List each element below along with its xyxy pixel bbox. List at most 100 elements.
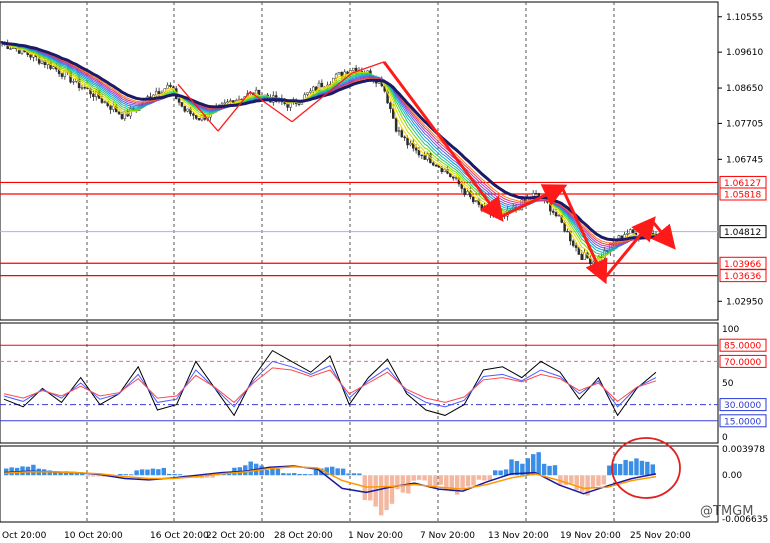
- osc-bar: [433, 475, 438, 487]
- osc-bar: [454, 475, 460, 495]
- ma-line: [1, 42, 657, 258]
- candle-body: [400, 130, 404, 138]
- candle-body: [454, 177, 458, 179]
- candle-body: [334, 73, 338, 79]
- current-price-label: 1.04812: [724, 228, 761, 238]
- osc-bar: [74, 473, 80, 476]
- rsi-series-line: [3, 349, 657, 417]
- candle-body: [169, 84, 172, 88]
- level-label: 1.06127: [724, 179, 761, 189]
- osc-bar: [623, 459, 628, 476]
- candle-body: [420, 154, 424, 157]
- ma-line: [1, 42, 657, 263]
- osc-bar: [536, 452, 541, 476]
- osc-bar: [96, 475, 101, 477]
- osc-bar: [634, 458, 639, 476]
- osc-bar: [31, 464, 36, 476]
- candle-body: [471, 196, 475, 203]
- candle-body: [451, 176, 455, 179]
- candle-body: [309, 90, 312, 93]
- candle-body: [434, 164, 438, 167]
- osc-bar: [270, 468, 275, 476]
- osc-bar: [118, 473, 123, 476]
- osc-bar: [351, 473, 357, 476]
- osc-bar: [69, 472, 74, 476]
- trend-arrow: [650, 219, 676, 250]
- candle-body: [52, 66, 55, 69]
- time-label: Oct 20:00: [2, 531, 47, 541]
- osc-bar: [607, 465, 612, 476]
- panel-frame: [0, 322, 719, 444]
- candle-body: [180, 102, 184, 107]
- candle-body: [306, 92, 309, 95]
- level-label: 1.03636: [724, 272, 761, 282]
- candle-body: [312, 86, 315, 92]
- candle-body: [9, 48, 12, 50]
- osc-bar: [427, 475, 433, 487]
- candle-body: [194, 115, 198, 119]
- osc-bar: [264, 470, 270, 476]
- candle-body: [100, 98, 104, 103]
- osc-bar: [465, 475, 471, 487]
- osc-bar: [482, 475, 487, 481]
- osc-bar: [123, 474, 128, 476]
- candle-body: [631, 229, 635, 234]
- osc-bar: [471, 475, 476, 486]
- rsi-tick-label: 100: [722, 325, 739, 335]
- candle-body: [443, 168, 446, 173]
- level-label: 1.03966: [724, 260, 761, 270]
- osc-bar: [340, 468, 346, 476]
- osc-bar: [335, 468, 340, 476]
- osc-bar: [357, 473, 362, 476]
- candle-body: [72, 81, 75, 83]
- candle-body: [483, 205, 486, 209]
- osc-bar: [574, 475, 579, 491]
- ma-line: [1, 42, 657, 249]
- osc-bar: [281, 473, 286, 476]
- osc-bar: [389, 475, 395, 504]
- osc-bar: [368, 475, 373, 501]
- osc-bar: [378, 475, 384, 516]
- osc-bar: [411, 475, 416, 481]
- osc-bar: [177, 474, 183, 476]
- ma-line: [1, 42, 657, 251]
- trend-arrow: [560, 186, 608, 285]
- candle-body: [183, 106, 187, 112]
- ma-line: [1, 42, 657, 260]
- osc-bar: [422, 475, 427, 481]
- trading-chart: 1.10555 1.09610 1.08650 1.07705 1.06745 1.029…: [0, 1, 768, 541]
- osc-bar: [286, 473, 291, 476]
- osc-bar: [248, 461, 253, 476]
- osc-bar: [313, 469, 319, 476]
- candle-body: [92, 93, 95, 97]
- candle-body: [197, 118, 201, 121]
- candle-body: [83, 87, 87, 89]
- ma-line: [1, 42, 657, 244]
- osc-bar: [145, 469, 150, 476]
- candle-body: [591, 261, 595, 265]
- price-levels: [0, 181, 718, 277]
- rsi-series-line: [3, 367, 657, 404]
- price-axis: 1.10555 1.09610 1.08650 1.07705 1.06745 1.029…: [718, 13, 768, 525]
- candle-body: [40, 60, 44, 64]
- candle-body: [551, 210, 555, 213]
- time-axis: Oct 20:00 10 Oct 20:00 16 Oct 20:0022 Oct …: [2, 531, 691, 541]
- candle-body: [397, 130, 401, 132]
- level-label: 1.05818: [724, 190, 761, 200]
- candle-body: [177, 98, 181, 103]
- candle-body: [629, 229, 632, 234]
- price-tick-label: 1.10555: [726, 13, 763, 23]
- time-label: 7 Nov 20:00: [420, 531, 475, 541]
- candle-body: [403, 136, 406, 139]
- rsi-tick-label: 50: [722, 379, 734, 389]
- time-label: 25 Nov 20:00: [630, 531, 691, 541]
- candle-body: [651, 233, 655, 235]
- trend-arrow: [217, 91, 251, 132]
- osc-bar: [579, 475, 585, 492]
- candle-body: [406, 137, 409, 146]
- moving-averages: [1, 41, 657, 263]
- time-label: 10 Oct 20:00: [64, 531, 123, 541]
- candle-body: [557, 215, 561, 217]
- rsi-tick-label: 0: [722, 433, 728, 443]
- time-label: 1 Nov 20:00: [348, 531, 403, 541]
